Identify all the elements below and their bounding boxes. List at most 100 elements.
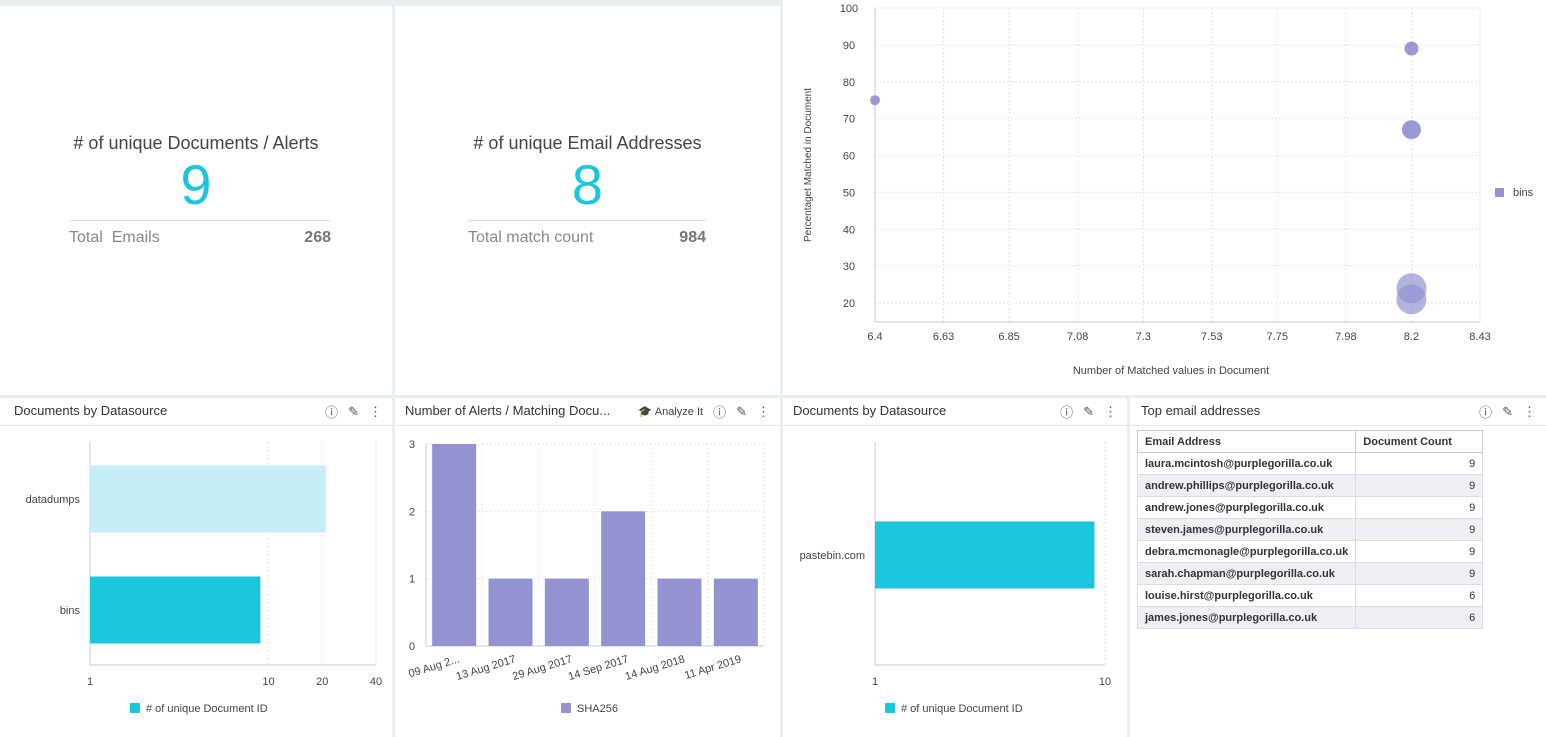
y-tick-label: 0 <box>409 641 415 653</box>
column-header[interactable]: Document Count <box>1355 430 1484 453</box>
legend-label: SHA256 <box>577 703 618 715</box>
email-cell: sarah.chapman@purplegorilla.co.uk <box>1136 562 1357 585</box>
x-tick-label: 09 Aug 2... <box>407 653 461 680</box>
count-cell: 9 <box>1355 518 1484 541</box>
column-header[interactable]: Email Address <box>1136 430 1357 453</box>
bar <box>488 578 533 646</box>
legend-swatch <box>130 703 140 713</box>
kpi-value: 9 <box>180 153 212 216</box>
email-table: Email Address Document Count laura.mcint… <box>1136 430 1484 629</box>
legend-label: # of unique Document ID <box>901 703 1023 715</box>
x-tick-label: 8.43 <box>1469 331 1490 343</box>
category-label: datadumps <box>26 494 81 506</box>
x-tick-label: 7.75 <box>1267 331 1288 343</box>
kpi-sub-label: Total match count <box>468 229 594 246</box>
panel-title: Top email addresses <box>1141 403 1261 418</box>
x-tick-label: 13 Aug 2017 <box>455 653 518 683</box>
bar <box>713 578 758 646</box>
y-tick-label: 80 <box>843 77 855 89</box>
x-tick-label: 14 Sep 2017 <box>567 653 630 683</box>
bar <box>875 521 1095 589</box>
bar <box>601 511 646 646</box>
datasource-bar-chart: 1 10 pastebin.com # of unique Document ID <box>800 442 1111 715</box>
x-tick-label: 20 <box>316 676 328 688</box>
y-tick-label: 30 <box>843 261 855 273</box>
top-emails-panel: Top email addresses ⓘ ✎ ⋮ Email Address … <box>1130 398 1546 737</box>
table-row[interactable]: laura.mcintosh@purplegorilla.co.uk 9 <box>1136 452 1484 475</box>
category-label: bins <box>60 605 81 617</box>
datasource-panel-2: Documents by Datasource ⓘ ✎ ⋮ 1 10 pastebi… <box>783 398 1127 737</box>
legend-swatch <box>885 703 895 713</box>
x-tick-label: 8.2 <box>1404 331 1419 343</box>
kpi-sub-value: 268 <box>304 229 331 246</box>
bar <box>90 465 327 533</box>
legend-swatch <box>561 703 571 713</box>
kpi-divider <box>69 220 331 221</box>
kpi-value: 8 <box>571 153 604 216</box>
email-cell: andrew.jones@purplegorilla.co.uk <box>1136 496 1357 519</box>
y-tick-label: 70 <box>843 114 855 126</box>
legend-label: # of unique Document ID <box>146 703 268 715</box>
datasource-bar-chart: 1 10 20 40 datadumps bins # of unique Document… <box>26 442 382 715</box>
y-tick-label: 20 <box>843 298 855 310</box>
bar <box>544 578 589 646</box>
kpi-documents-panel: # of unique Documents / Alerts 9 Total E… <box>0 6 392 395</box>
y-tick-label: 50 <box>843 187 855 199</box>
scatter-point <box>1404 41 1419 56</box>
table-row[interactable]: sarah.chapman@purplegorilla.co.uk 9 <box>1136 562 1484 585</box>
kpi-sub-label: Total Emails <box>69 229 160 246</box>
table-row[interactable]: andrew.phillips@purplegorilla.co.uk 9 <box>1136 474 1484 497</box>
x-tick-label: 7.3 <box>1136 331 1151 343</box>
scatter-chart: 20 30 40 50 60 70 80 90 100 6.4 6.63 6.85 7.08 7.3 7.5… <box>803 3 1534 377</box>
x-tick-label: 6.85 <box>998 331 1019 343</box>
kpi-emails-panel: # of unique Email Addresses 8 Total matc… <box>395 6 780 395</box>
legend-swatch <box>1495 188 1504 197</box>
x-tick-label: 14 Aug 2018 <box>624 653 687 683</box>
email-cell: louise.hirst@purplegorilla.co.uk <box>1136 584 1357 607</box>
x-tick-label: 11 Apr 2019 <box>683 653 742 682</box>
info-icon[interactable]: ⓘ <box>1479 402 1492 421</box>
y-tick-label: 60 <box>843 151 855 163</box>
x-tick-label: 6.4 <box>867 331 882 343</box>
scatter-point <box>1396 284 1427 315</box>
kpi-title: # of unique Documents / Alerts <box>73 133 319 153</box>
divider <box>1130 425 1546 426</box>
kpi-divider <box>468 220 706 221</box>
count-cell: 6 <box>1355 584 1484 607</box>
scatter-point <box>1401 120 1421 140</box>
count-cell: 6 <box>1355 606 1484 629</box>
table-row[interactable]: louise.hirst@purplegorilla.co.uk 6 <box>1136 584 1484 607</box>
x-tick-label: 10 <box>1099 676 1111 688</box>
table-row[interactable]: andrew.jones@purplegorilla.co.uk 9 <box>1136 496 1484 519</box>
scatter-panel: 20 30 40 50 60 70 80 90 100 6.4 6.63 6.85 7.08 7.3 7.5… <box>783 0 1546 395</box>
x-tick-label: 6.63 <box>933 331 954 343</box>
y-tick-label: 100 <box>840 3 858 15</box>
x-tick-label: 29 Aug 2017 <box>511 653 574 683</box>
email-cell: steven.james@purplegorilla.co.uk <box>1136 518 1357 541</box>
table-row[interactable]: steven.james@purplegorilla.co.uk 9 <box>1136 518 1484 541</box>
count-cell: 9 <box>1355 540 1484 563</box>
x-tick-label: 1 <box>872 676 878 688</box>
legend-label: bins <box>1513 187 1534 199</box>
count-cell: 9 <box>1355 562 1484 585</box>
table-row[interactable]: debra.mcmonagle@purplegorilla.co.uk 9 <box>1136 540 1484 563</box>
count-cell: 9 <box>1355 496 1484 519</box>
edit-icon[interactable]: ✎ <box>1502 404 1513 420</box>
scatter-point <box>870 95 880 106</box>
more-icon[interactable]: ⋮ <box>1523 404 1536 420</box>
count-cell: 9 <box>1355 452 1484 475</box>
y-tick-label: 40 <box>843 224 855 236</box>
alerts-panel: Number of Alerts / Matching Docu... 🎓 An… <box>395 398 780 737</box>
x-tick-label: 40 <box>370 676 382 688</box>
x-tick-label: 7.53 <box>1201 331 1222 343</box>
x-tick-label: 1 <box>87 676 93 688</box>
table-row[interactable]: james.jones@purplegorilla.co.uk 6 <box>1136 606 1484 629</box>
kpi-sub-value: 984 <box>679 229 706 246</box>
y-axis-label: Percentaget Matched in Document <box>803 88 814 242</box>
datasource-panel-1: Documents by Datasource ⓘ ✎ ⋮ 1 10 20 40 dat… <box>0 398 392 737</box>
x-tick-label: 10 <box>262 676 274 688</box>
bar <box>432 444 477 646</box>
bar <box>90 576 261 644</box>
y-tick-label: 90 <box>843 40 855 52</box>
x-tick-label: 7.08 <box>1067 331 1088 343</box>
